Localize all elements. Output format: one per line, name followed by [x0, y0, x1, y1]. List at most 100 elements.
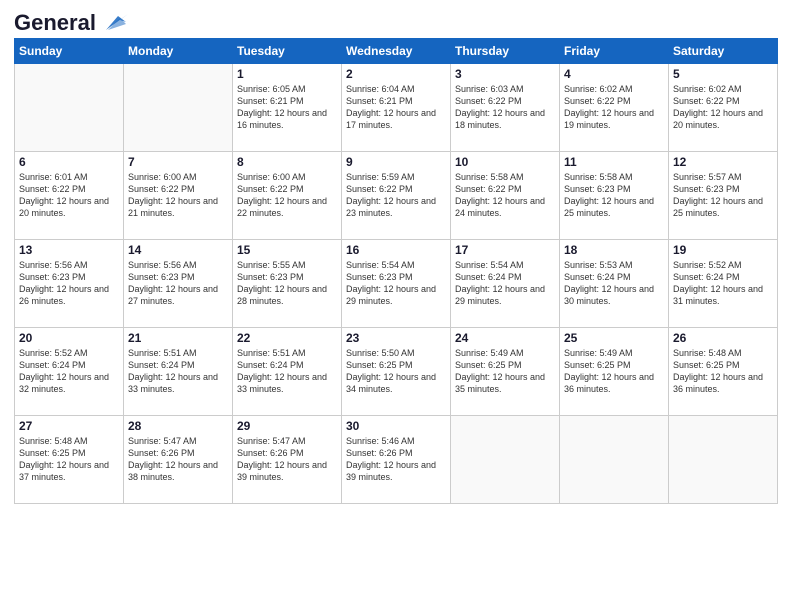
day-info: Sunrise: 5:59 AM Sunset: 6:22 PM Dayligh… [346, 171, 446, 220]
day-cell: 12 Sunrise: 5:57 AM Sunset: 6:23 PM Dayli… [669, 152, 778, 240]
day-cell: 22 Sunrise: 5:51 AM Sunset: 6:24 PM Dayli… [233, 328, 342, 416]
day-info: Sunrise: 5:50 AM Sunset: 6:25 PM Dayligh… [346, 347, 446, 396]
day-cell: 26Sunrise: 5:48 AM Sunset: 6:25 PM Dayli… [669, 328, 778, 416]
day-cell: 14 Sunrise: 5:56 AM Sunset: 6:23 PM Dayli… [124, 240, 233, 328]
day-info: Sunrise: 6:03 AM Sunset: 6:22 PM Dayligh… [455, 83, 555, 132]
day-cell: 8Sunrise: 6:00 AM Sunset: 6:22 PM Daylig… [233, 152, 342, 240]
day-number: 1 [237, 67, 337, 81]
weekday-header-row: SundayMondayTuesdayWednesdayThursdayFrid… [15, 39, 778, 64]
day-number: 3 [455, 67, 555, 81]
weekday-header-wednesday: Wednesday [342, 39, 451, 64]
day-info: Sunrise: 5:53 AM Sunset: 6:24 PM Dayligh… [564, 259, 664, 308]
day-cell: 27 Sunrise: 5:48 AM Sunset: 6:25 PM Dayli… [15, 416, 124, 504]
header: General [14, 10, 778, 32]
day-info: Sunrise: 5:54 AM Sunset: 6:24 PM Dayligh… [455, 259, 555, 308]
day-info: Sunrise: 5:57 AM Sunset: 6:23 PM Dayligh… [673, 171, 773, 220]
day-cell: 18 Sunrise: 5:53 AM Sunset: 6:24 PM Dayli… [560, 240, 669, 328]
day-number: 24 [455, 331, 555, 345]
day-cell [560, 416, 669, 504]
day-number: 7 [128, 155, 228, 169]
day-info: Sunrise: 5:47 AM Sunset: 6:26 PM Dayligh… [128, 435, 228, 484]
day-cell [124, 64, 233, 152]
day-cell: 15Sunrise: 5:55 AM Sunset: 6:23 PM Dayli… [233, 240, 342, 328]
day-cell: 11 Sunrise: 5:58 AM Sunset: 6:23 PM Dayli… [560, 152, 669, 240]
day-cell: 7Sunrise: 6:00 AM Sunset: 6:22 PM Daylig… [124, 152, 233, 240]
day-info: Sunrise: 5:51 AM Sunset: 6:24 PM Dayligh… [128, 347, 228, 396]
day-info: Sunrise: 6:02 AM Sunset: 6:22 PM Dayligh… [564, 83, 664, 132]
logo-bird-icon [98, 12, 128, 34]
day-cell: 5 Sunrise: 6:02 AM Sunset: 6:22 PM Daylig… [669, 64, 778, 152]
weekday-header-saturday: Saturday [669, 39, 778, 64]
day-info: Sunrise: 5:58 AM Sunset: 6:22 PM Dayligh… [455, 171, 555, 220]
day-cell: 4 Sunrise: 6:02 AM Sunset: 6:22 PM Daylig… [560, 64, 669, 152]
day-number: 14 [128, 243, 228, 257]
weekday-header-thursday: Thursday [451, 39, 560, 64]
day-cell: 1Sunrise: 6:05 AM Sunset: 6:21 PM Daylig… [233, 64, 342, 152]
day-number: 16 [346, 243, 446, 257]
day-cell: 17 Sunrise: 5:54 AM Sunset: 6:24 PM Dayli… [451, 240, 560, 328]
weekday-header-friday: Friday [560, 39, 669, 64]
day-info: Sunrise: 5:48 AM Sunset: 6:25 PM Dayligh… [19, 435, 119, 484]
day-info: Sunrise: 6:02 AM Sunset: 6:22 PM Dayligh… [673, 83, 773, 132]
day-cell: 3 Sunrise: 6:03 AM Sunset: 6:22 PM Daylig… [451, 64, 560, 152]
day-number: 28 [128, 419, 228, 433]
day-number: 11 [564, 155, 664, 169]
day-cell: 2Sunrise: 6:04 AM Sunset: 6:21 PM Daylig… [342, 64, 451, 152]
day-number: 17 [455, 243, 555, 257]
day-cell: 20 Sunrise: 5:52 AM Sunset: 6:24 PM Dayli… [15, 328, 124, 416]
day-cell: 25Sunrise: 5:49 AM Sunset: 6:25 PM Dayli… [560, 328, 669, 416]
day-number: 6 [19, 155, 119, 169]
day-number: 8 [237, 155, 337, 169]
day-cell [15, 64, 124, 152]
day-number: 15 [237, 243, 337, 257]
day-info: Sunrise: 5:56 AM Sunset: 6:23 PM Dayligh… [128, 259, 228, 308]
day-cell: 13 Sunrise: 5:56 AM Sunset: 6:23 PM Dayli… [15, 240, 124, 328]
day-cell [451, 416, 560, 504]
day-number: 4 [564, 67, 664, 81]
day-info: Sunrise: 5:56 AM Sunset: 6:23 PM Dayligh… [19, 259, 119, 308]
calendar-table: SundayMondayTuesdayWednesdayThursdayFrid… [14, 38, 778, 504]
day-info: Sunrise: 5:47 AM Sunset: 6:26 PM Dayligh… [237, 435, 337, 484]
weekday-header-monday: Monday [124, 39, 233, 64]
week-row-1: 1Sunrise: 6:05 AM Sunset: 6:21 PM Daylig… [15, 64, 778, 152]
page: General SundayMondayTuesdayWednesdayThur… [0, 0, 792, 612]
day-cell: 10 Sunrise: 5:58 AM Sunset: 6:22 PM Dayli… [451, 152, 560, 240]
day-number: 30 [346, 419, 446, 433]
day-number: 10 [455, 155, 555, 169]
day-number: 25 [564, 331, 664, 345]
logo: General [14, 10, 128, 32]
week-row-3: 13 Sunrise: 5:56 AM Sunset: 6:23 PM Dayli… [15, 240, 778, 328]
day-info: Sunrise: 5:46 AM Sunset: 6:26 PM Dayligh… [346, 435, 446, 484]
day-info: Sunrise: 5:52 AM Sunset: 6:24 PM Dayligh… [673, 259, 773, 308]
day-number: 9 [346, 155, 446, 169]
day-cell: 29 Sunrise: 5:47 AM Sunset: 6:26 PM Dayli… [233, 416, 342, 504]
day-number: 13 [19, 243, 119, 257]
day-cell: 19 Sunrise: 5:52 AM Sunset: 6:24 PM Dayli… [669, 240, 778, 328]
week-row-4: 20 Sunrise: 5:52 AM Sunset: 6:24 PM Dayli… [15, 328, 778, 416]
day-number: 26 [673, 331, 773, 345]
day-cell: 30 Sunrise: 5:46 AM Sunset: 6:26 PM Dayli… [342, 416, 451, 504]
day-number: 23 [346, 331, 446, 345]
day-number: 22 [237, 331, 337, 345]
day-number: 12 [673, 155, 773, 169]
day-info: Sunrise: 5:52 AM Sunset: 6:24 PM Dayligh… [19, 347, 119, 396]
day-number: 27 [19, 419, 119, 433]
weekday-header-sunday: Sunday [15, 39, 124, 64]
day-info: Sunrise: 6:04 AM Sunset: 6:21 PM Dayligh… [346, 83, 446, 132]
day-number: 18 [564, 243, 664, 257]
day-info: Sunrise: 5:58 AM Sunset: 6:23 PM Dayligh… [564, 171, 664, 220]
day-cell: 23 Sunrise: 5:50 AM Sunset: 6:25 PM Dayli… [342, 328, 451, 416]
day-number: 29 [237, 419, 337, 433]
week-row-5: 27 Sunrise: 5:48 AM Sunset: 6:25 PM Dayli… [15, 416, 778, 504]
day-info: Sunrise: 5:51 AM Sunset: 6:24 PM Dayligh… [237, 347, 337, 396]
day-number: 5 [673, 67, 773, 81]
day-number: 21 [128, 331, 228, 345]
day-info: Sunrise: 6:01 AM Sunset: 6:22 PM Dayligh… [19, 171, 119, 220]
day-cell: 24Sunrise: 5:49 AM Sunset: 6:25 PM Dayli… [451, 328, 560, 416]
day-cell: 21 Sunrise: 5:51 AM Sunset: 6:24 PM Dayli… [124, 328, 233, 416]
day-cell [669, 416, 778, 504]
day-number: 19 [673, 243, 773, 257]
day-cell: 16Sunrise: 5:54 AM Sunset: 6:23 PM Dayli… [342, 240, 451, 328]
day-number: 20 [19, 331, 119, 345]
day-cell: 28 Sunrise: 5:47 AM Sunset: 6:26 PM Dayli… [124, 416, 233, 504]
